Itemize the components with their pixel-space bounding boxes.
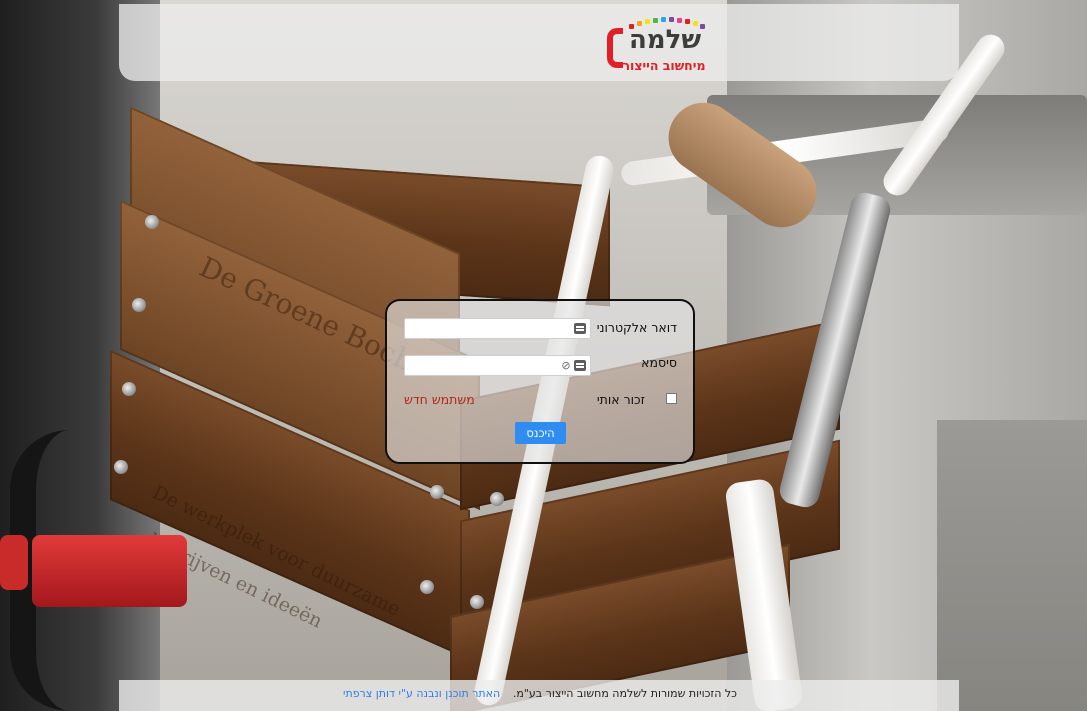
logo-name: שלמה	[628, 25, 702, 55]
logo-dot	[685, 19, 690, 24]
logo-dot	[645, 19, 650, 24]
crate-bolt	[132, 298, 146, 312]
email-label: דואר אלקטרוני	[596, 320, 677, 335]
remember-me-label: זכור אותי	[596, 392, 645, 407]
header: שלמה מיחשוב הייצור	[119, 4, 959, 81]
new-user-link[interactable]: משתמש חדש	[404, 392, 475, 407]
password-field-wrapper: ⊘	[404, 355, 591, 377]
crate-bolt	[145, 215, 159, 229]
footer: כל הזכויות שמורות לשלמה מחשוב הייצור בע"…	[119, 680, 959, 711]
autofill-key-icon[interactable]	[574, 360, 586, 371]
developer-credit-link[interactable]: האתר תוכנן ונבנה ע"י דותן צרפתי	[343, 687, 500, 700]
company-logo[interactable]: שלמה מיחשוב הייצור	[607, 14, 707, 80]
login-form: דואר אלקטרוני סיסמא ⊘ זכור אותי משתמש חד…	[385, 299, 695, 464]
logo-tagline: מיחשוב הייצור	[622, 58, 706, 73]
background-step	[937, 420, 1087, 711]
crate-bolt	[430, 485, 444, 499]
login-button[interactable]: היכנס	[515, 422, 566, 444]
show-password-eye-icon[interactable]: ⊘	[560, 360, 572, 372]
logo-dot	[661, 17, 666, 22]
crate-bolt	[114, 460, 128, 474]
autofill-key-icon[interactable]	[574, 323, 586, 334]
logo-dot	[677, 18, 682, 23]
copyright-text: כל הזכויות שמורות לשלמה מחשוב הייצור בע"…	[512, 687, 737, 700]
bicycle-reflector	[0, 535, 28, 590]
email-field-wrapper	[404, 318, 591, 340]
bicycle-reflector	[32, 535, 187, 607]
crate-bolt	[420, 580, 434, 594]
email-field[interactable]	[405, 320, 590, 340]
crate-bolt	[470, 595, 484, 609]
logo-dot	[669, 17, 674, 22]
crate-bolt	[490, 492, 504, 506]
logo-dot	[653, 18, 658, 23]
remember-me-checkbox[interactable]	[666, 393, 677, 404]
password-label: סיסמא	[641, 355, 677, 370]
crate-bolt	[122, 382, 136, 396]
